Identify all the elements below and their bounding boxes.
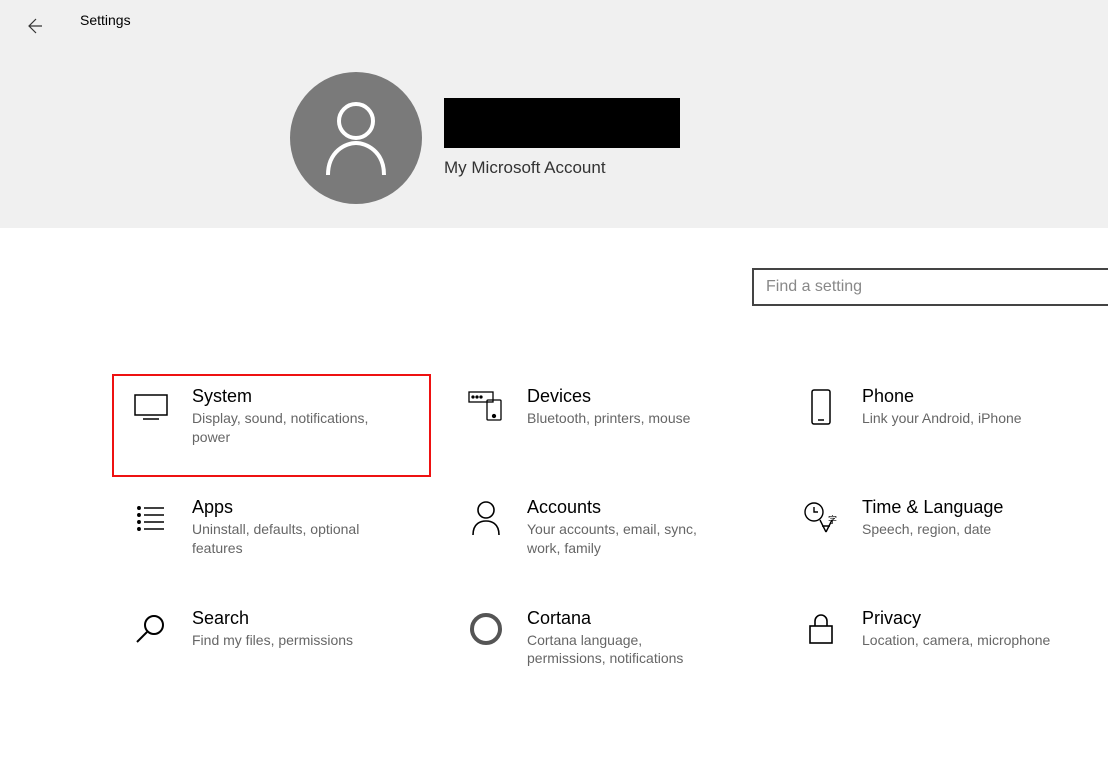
tile-title: Devices xyxy=(527,386,758,407)
search-input[interactable] xyxy=(752,268,1108,306)
tile-sub: Your accounts, email, sync, work, family xyxy=(527,520,717,558)
time-language-icon: 字 xyxy=(802,499,840,537)
privacy-icon xyxy=(802,610,840,648)
tile-sub: Speech, region, date xyxy=(862,520,1052,539)
apps-icon xyxy=(132,499,170,537)
tile-title: Privacy xyxy=(862,608,1093,629)
svg-text:字: 字 xyxy=(828,514,837,525)
tile-system[interactable]: System Display, sound, notifications, po… xyxy=(112,374,431,477)
tile-title: Search xyxy=(192,608,423,629)
search-icon xyxy=(132,610,170,648)
tile-title: Phone xyxy=(862,386,1093,407)
tile-title: Cortana xyxy=(527,608,758,629)
profile-section: My Microsoft Account xyxy=(290,72,606,204)
tile-phone[interactable]: Phone Link your Android, iPhone xyxy=(796,380,1099,453)
phone-icon xyxy=(802,388,840,426)
tile-title: Apps xyxy=(192,497,423,518)
accounts-icon xyxy=(467,499,505,537)
tile-sub: Find my files, permissions xyxy=(192,631,382,650)
devices-icon xyxy=(467,388,505,426)
tile-privacy[interactable]: Privacy Location, camera, microphone xyxy=(796,602,1099,675)
tile-sub: Display, sound, notifications, power xyxy=(192,409,382,447)
system-icon xyxy=(132,388,170,426)
arrow-left-icon xyxy=(24,16,44,36)
username-redacted xyxy=(444,98,680,148)
tile-sub: Bluetooth, printers, mouse xyxy=(527,409,717,428)
person-icon xyxy=(322,99,390,177)
settings-tiles: System Display, sound, notifications, po… xyxy=(126,380,1096,674)
tile-title: Time & Language xyxy=(862,497,1093,518)
search-container xyxy=(752,268,1108,306)
tile-apps[interactable]: Apps Uninstall, defaults, optional featu… xyxy=(126,491,429,564)
tile-cortana[interactable]: Cortana Cortana language, permissions, n… xyxy=(461,602,764,675)
cortana-icon xyxy=(467,610,505,648)
back-button[interactable] xyxy=(20,12,48,40)
tile-search[interactable]: Search Find my files, permissions xyxy=(126,602,429,675)
profile-text: My Microsoft Account xyxy=(444,98,606,178)
tile-time-language[interactable]: 字 Time & Language Speech, region, date xyxy=(796,491,1099,564)
tile-title: System xyxy=(192,386,423,407)
tile-sub: Cortana language, permissions, notificat… xyxy=(527,631,717,669)
tile-title: Accounts xyxy=(527,497,758,518)
window-title: Settings xyxy=(80,12,131,28)
tile-sub: Location, camera, microphone xyxy=(862,631,1052,650)
header-panel: Settings My Microsoft Account xyxy=(0,0,1108,228)
tile-devices[interactable]: Devices Bluetooth, printers, mouse xyxy=(461,380,764,453)
avatar[interactable] xyxy=(290,72,422,204)
tile-accounts[interactable]: Accounts Your accounts, email, sync, wor… xyxy=(461,491,764,564)
account-link[interactable]: My Microsoft Account xyxy=(444,158,606,178)
tile-sub: Uninstall, defaults, optional features xyxy=(192,520,382,558)
tile-sub: Link your Android, iPhone xyxy=(862,409,1052,428)
